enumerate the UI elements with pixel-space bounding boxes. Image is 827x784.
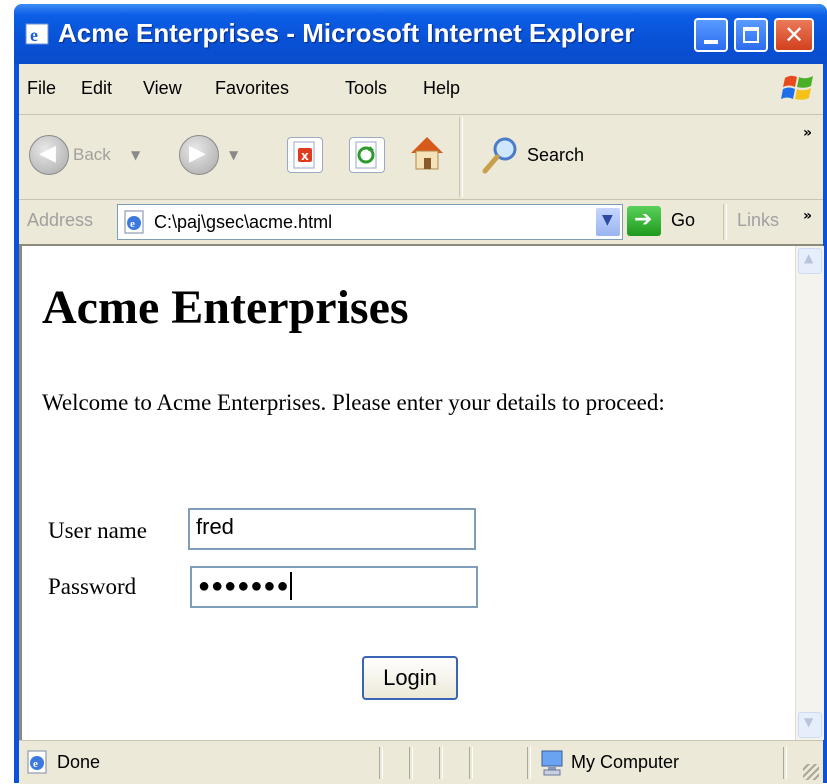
toolbar-separator (459, 117, 463, 197)
back-arrow-icon: ◀ (39, 141, 56, 166)
username-input[interactable]: fred (188, 508, 476, 550)
forward-arrow-icon: ▶ (189, 141, 206, 166)
links-overflow-icon[interactable]: » (803, 208, 812, 224)
scroll-up-button[interactable]: ▲ (798, 248, 822, 274)
address-field[interactable]: e C:\paj\gsec\acme.html ▼ (117, 204, 623, 240)
address-label: Address (27, 210, 94, 230)
status-separator (409, 747, 413, 779)
password-value: ●●●●●●● (198, 575, 290, 597)
go-button[interactable]: ➔ (627, 206, 661, 236)
refresh-button[interactable] (349, 137, 385, 173)
status-text: Done (57, 752, 101, 772)
address-bar: Address e C:\paj\gsec\acme.html ▼ ➔ Go L… (19, 200, 823, 246)
status-separator (379, 747, 383, 779)
close-icon: ✕ (784, 21, 805, 49)
page-content: Acme Enterprises Welcome to Acme Enterpr… (19, 246, 795, 740)
stop-icon: x (293, 141, 315, 169)
chevron-down-icon: ▼ (602, 212, 613, 228)
go-arrow-icon: ➔ (634, 207, 653, 232)
menu-favorites[interactable]: Favorites (215, 78, 289, 99)
welcome-text: Welcome to Acme Enterprises. Please ente… (42, 390, 665, 415)
minimize-icon (704, 40, 718, 44)
maximize-button[interactable] (734, 18, 768, 52)
menu-view[interactable]: View (143, 78, 182, 99)
status-separator (527, 747, 531, 779)
browser-window: e Acme Enterprises - Microsoft Internet … (14, 4, 827, 784)
window-title: Acme Enterprises - Microsoft Internet Ex… (58, 18, 635, 48)
internet-explorer-icon: e (25, 23, 49, 45)
status-bar: e Done My Computer (19, 740, 823, 784)
chevron-up-icon: ▲ (804, 251, 814, 265)
svg-text:e: e (30, 25, 38, 45)
status-separator (783, 747, 787, 779)
address-dropdown-button[interactable]: ▼ (596, 208, 620, 236)
refresh-icon (355, 141, 377, 169)
resize-grip-icon[interactable] (803, 764, 819, 780)
back-label: Back (73, 145, 111, 164)
page-status-icon: e (27, 750, 47, 774)
home-button[interactable] (405, 131, 449, 175)
menu-file[interactable]: File (27, 78, 56, 99)
toolbar: ◀ Back ▼ ▶ ▼ x Search » (19, 115, 823, 200)
address-separator (723, 204, 727, 240)
svg-text:e: e (130, 218, 135, 230)
stop-button[interactable]: x (287, 137, 323, 173)
close-button[interactable]: ✕ (774, 18, 814, 52)
minimize-button[interactable] (694, 18, 728, 52)
menu-edit[interactable]: Edit (81, 78, 112, 99)
computer-icon (541, 750, 563, 776)
page-heading: Acme Enterprises (42, 281, 409, 334)
windows-logo-icon (781, 75, 813, 100)
password-input[interactable]: ●●●●●●● (190, 566, 478, 608)
menu-tools[interactable]: Tools (345, 78, 387, 99)
svg-text:x: x (301, 149, 309, 163)
back-button[interactable]: ◀ (29, 135, 69, 175)
login-button[interactable]: Login (362, 656, 458, 700)
status-separator (439, 747, 443, 779)
browser-frame: File Edit View Favorites Tools Help ◀ Ba… (19, 64, 824, 784)
username-label: User name (48, 518, 147, 543)
search-icon (482, 137, 517, 174)
search-button[interactable]: Search (481, 133, 611, 177)
chevron-down-icon: ▼ (804, 715, 814, 729)
title-bar[interactable]: e Acme Enterprises - Microsoft Internet … (14, 4, 827, 64)
links-label[interactable]: Links (737, 210, 779, 231)
menu-help[interactable]: Help (423, 78, 460, 99)
search-label: Search (527, 145, 585, 165)
scroll-down-button[interactable]: ▼ (798, 712, 822, 738)
username-value: fred (196, 514, 234, 539)
security-zone: My Computer (571, 752, 680, 772)
vertical-scrollbar[interactable]: ▲ ▼ (795, 246, 824, 740)
password-label: Password (48, 574, 137, 599)
go-label[interactable]: Go (671, 210, 695, 231)
home-icon (411, 137, 443, 170)
menu-bar: File Edit View Favorites Tools Help (19, 64, 823, 115)
forward-dropdown-icon[interactable]: ▼ (229, 148, 238, 162)
toolbar-overflow-icon[interactable]: » (803, 125, 812, 141)
address-url: C:\paj\gsec\acme.html (154, 212, 333, 232)
forward-button[interactable]: ▶ (179, 135, 219, 175)
status-separator (469, 747, 473, 779)
svg-text:e: e (33, 758, 38, 770)
back-dropdown-icon[interactable]: ▼ (131, 148, 140, 162)
maximize-icon (743, 27, 759, 43)
page-icon: e (124, 210, 144, 234)
text-cursor (289, 572, 292, 601)
